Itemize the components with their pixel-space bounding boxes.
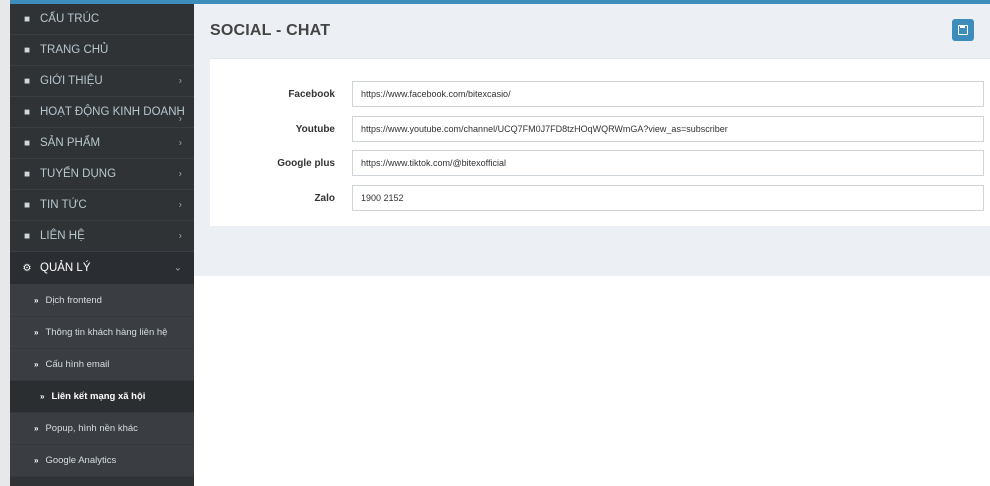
sidebar-item-san-pham[interactable]: ■ SẢN PHẨM › (10, 128, 194, 159)
youtube-input[interactable] (352, 116, 984, 142)
sidebar-item-tuyen-dung[interactable]: ■ TUYỂN DỤNG › (10, 159, 194, 190)
sitemap-icon: ■ (23, 106, 31, 118)
submenu-item-thong-tin-khach-hang[interactable]: » Thông tin khách hàng liên hệ (10, 317, 194, 349)
double-chevron-icon: » (34, 456, 39, 465)
zalo-label: Zalo (314, 192, 335, 204)
submenu-item-label: Dịch frontend (45, 295, 102, 306)
submenu-item-label: Thông tin khách hàng liên hệ (45, 327, 168, 338)
sitemap-icon: ■ (23, 168, 31, 180)
sitemap-icon: ■ (23, 199, 31, 211)
chevron-right-icon: › (178, 230, 182, 242)
chevron-right-icon: › (178, 199, 182, 211)
double-chevron-icon: » (34, 360, 39, 369)
submenu-item-label: Liên kết mạng xã hội (51, 391, 146, 402)
youtube-label: Youtube (295, 123, 335, 135)
sidebar-item-label: SẢN PHẨM (40, 137, 101, 149)
sitemap-icon: ■ (23, 230, 31, 242)
sidebar-item-quan-ly[interactable]: ⚙ QUẢN LÝ ⌄ (10, 252, 194, 285)
sidebar-item-tin-tuc[interactable]: ■ TIN TỨC › (10, 190, 194, 221)
chevron-down-icon: ⌄ (173, 262, 182, 274)
submenu-item-lien-ket-mang-xa-hoi[interactable]: » Liên kết mạng xã hội (10, 381, 194, 413)
gear-icon: ⚙ (22, 262, 32, 274)
sidebar-item-label: LIÊN HỆ (40, 230, 85, 242)
chevron-right-icon: › (178, 113, 182, 125)
submenu-item-label: Cấu hình email (45, 359, 110, 370)
facebook-label: Facebook (288, 88, 335, 100)
submenu-item-label: Popup, hình nền khác (45, 423, 138, 434)
sidebar-item-label: CẤU TRÚC (40, 13, 100, 25)
page-title: SOCIAL - CHAT (210, 22, 331, 39)
sitemap-icon: ■ (23, 13, 31, 25)
double-chevron-icon: » (34, 296, 39, 305)
form-row-facebook: Facebook (210, 81, 990, 107)
form-row-google-plus: Google plus (210, 150, 990, 176)
submenu-item-label: Google Analytics (45, 455, 117, 466)
submenu-item-google-analytics[interactable]: » Google Analytics (10, 445, 194, 477)
sidebar: ■ CẤU TRÚC ■ TRANG CHỦ ■ GIỚI THIỆU › ■ … (10, 4, 194, 486)
sidebar-item-label: QUẢN LÝ (40, 262, 91, 274)
sidebar-item-gioi-thieu[interactable]: ■ GIỚI THIỆU › (10, 66, 194, 97)
floppy-disk-icon (958, 25, 968, 35)
submenu-item-popup-hinh-nen[interactable]: » Popup, hình nền khác (10, 413, 194, 445)
submenu-quan-ly: » Dịch frontend » Thông tin khách hàng l… (10, 285, 194, 477)
google-plus-label: Google plus (277, 157, 335, 169)
sitemap-icon: ■ (23, 44, 31, 56)
form-row-zalo: Zalo (210, 185, 990, 211)
zalo-input[interactable] (352, 185, 984, 211)
chevron-right-icon: › (178, 168, 182, 180)
facebook-input[interactable] (352, 81, 984, 107)
chevron-right-icon: › (178, 75, 182, 87)
sidebar-item-label: TUYỂN DỤNG (40, 168, 117, 180)
page-header: SOCIAL - CHAT (210, 12, 990, 50)
sidebar-edge (0, 0, 10, 486)
sidebar-item-hoat-dong-kinh-doanh[interactable]: ■ HOẠT ĐỘNG KINH DOANH › (10, 97, 194, 128)
submenu-item-cau-hinh-email[interactable]: » Cấu hình email (10, 349, 194, 381)
main-content: SOCIAL - CHAT Facebook Youtube Google pl… (194, 4, 990, 486)
sidebar-item-label: GIỚI THIỆU (40, 75, 103, 87)
save-button[interactable] (952, 19, 974, 41)
sidebar-item-trang-chu[interactable]: ■ TRANG CHỦ (10, 35, 194, 66)
sidebar-item-cau-truc[interactable]: ■ CẤU TRÚC (10, 4, 194, 35)
app-window: ■ CẤU TRÚC ■ TRANG CHỦ ■ GIỚI THIỆU › ■ … (0, 0, 990, 486)
submenu-item-dich-frontend[interactable]: » Dịch frontend (10, 285, 194, 317)
sitemap-icon: ■ (23, 137, 31, 149)
double-chevron-icon: » (34, 424, 39, 433)
chevron-right-icon: › (178, 137, 182, 149)
form-row-youtube: Youtube (210, 116, 990, 142)
social-links-form: Facebook Youtube Google plus Zalo (210, 58, 990, 226)
sidebar-item-lien-he[interactable]: ■ LIÊN HỆ › (10, 221, 194, 252)
double-chevron-icon: » (40, 392, 45, 401)
sidebar-item-label: TRANG CHỦ (40, 44, 109, 56)
sitemap-icon: ■ (23, 75, 31, 87)
sidebar-item-label: TIN TỨC (40, 199, 87, 211)
google-plus-input[interactable] (352, 150, 984, 176)
sidebar-item-label: HOẠT ĐỘNG KINH DOANH (40, 106, 185, 118)
double-chevron-icon: » (34, 328, 39, 337)
